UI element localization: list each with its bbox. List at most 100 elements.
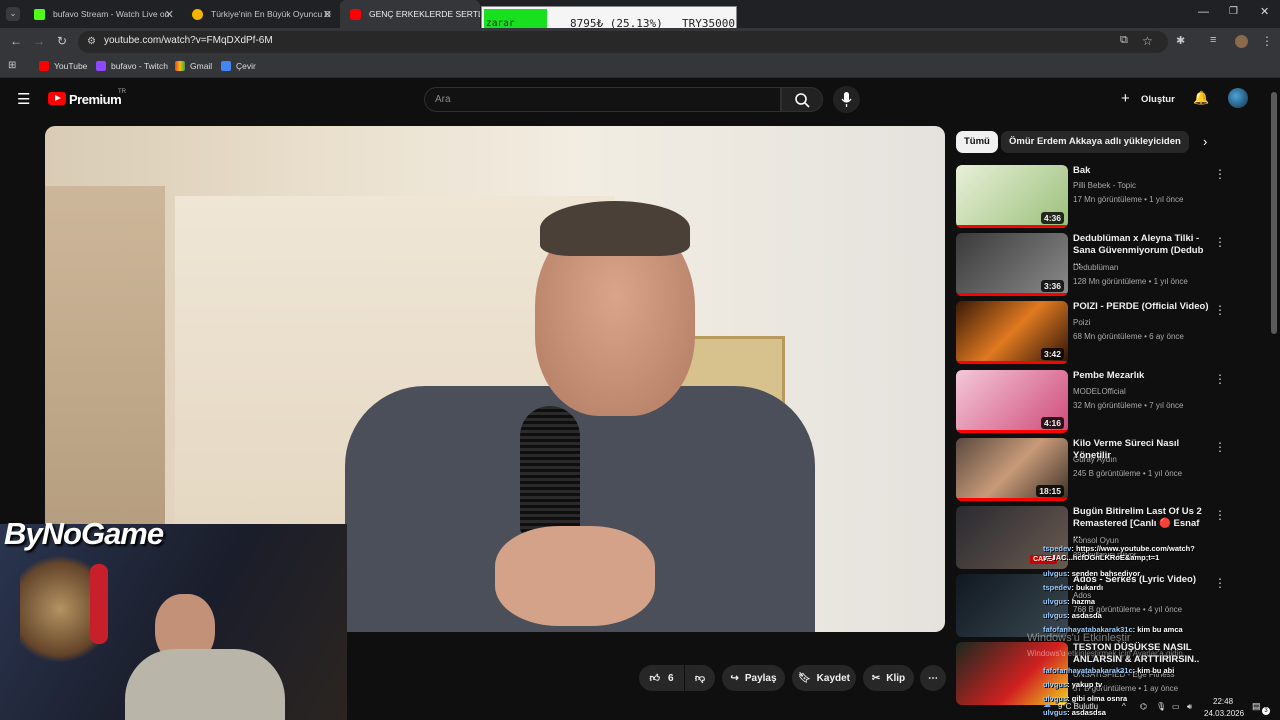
minimize-icon[interactable]: —: [1198, 6, 1209, 18]
bookmark-gmail[interactable]: Gmail: [175, 61, 212, 71]
chat-text: : hazma: [1067, 597, 1096, 606]
network-icon[interactable]: ⌬: [1140, 702, 1147, 711]
close-tab-icon[interactable]: ✕: [165, 8, 174, 21]
clip-label: Klip: [886, 672, 906, 684]
video-title[interactable]: Bak: [1073, 165, 1209, 177]
watch-progress-bar: [956, 225, 1068, 228]
recommendation-item[interactable]: 4:36 Bak Pilli Bebek - Topic 17 Mn görün…: [956, 165, 1226, 229]
bookmark-twitch[interactable]: bufavo - Twitch: [96, 61, 168, 71]
reading-list-icon[interactable]: ≡: [1210, 34, 1216, 46]
notifications-bell-icon[interactable]: 🔔: [1193, 90, 1209, 106]
tab-oyuncu[interactable]: Türkiye'nin En Büyük Oyuncu D ✕: [182, 0, 340, 28]
close-tab-icon[interactable]: ✕: [323, 8, 332, 21]
duration-badge: 3:42: [1040, 348, 1064, 360]
restore-icon[interactable]: ❐: [1229, 6, 1238, 17]
bookmark-star-icon[interactable]: ☆: [1142, 34, 1153, 48]
reload-icon[interactable]: ↻: [57, 34, 67, 48]
watch-progress-bar: [956, 361, 1068, 364]
more-options-icon[interactable]: ⋮: [1214, 440, 1226, 454]
more-options-icon[interactable]: ⋮: [1214, 372, 1226, 386]
video-thumbnail[interactable]: 18:15: [956, 438, 1068, 501]
volume-icon[interactable]: 🔊︎: [1187, 702, 1192, 712]
clock-date[interactable]: 24.03.2026: [1204, 709, 1244, 718]
video-title[interactable]: POIZI - PERDE (Official Video): [1073, 301, 1209, 313]
bookmark-youtube[interactable]: YouTube: [39, 61, 87, 71]
like-count: 6: [667, 672, 674, 684]
channel-name[interactable]: Poizi: [1073, 318, 1090, 327]
notifications-icon[interactable]: ▤: [1252, 701, 1261, 712]
clock-time[interactable]: 22:48: [1213, 697, 1233, 706]
recommendation-item[interactable]: 3:42 POIZI - PERDE (Official Video) Poiz…: [956, 301, 1226, 365]
channel-name[interactable]: Güray Aydın: [1073, 455, 1117, 464]
youtube-icon: [350, 8, 361, 20]
extensions-icon[interactable]: ✱: [1176, 34, 1185, 47]
youtube-logo-icon[interactable]: [48, 92, 66, 105]
tab-youtube-video[interactable]: GENÇ ERKEKLERDE SERTLEŞME: [340, 0, 480, 28]
share-button[interactable]: ↪ Paylaş: [722, 665, 785, 691]
chip-all[interactable]: Tümü: [956, 131, 998, 153]
more-options-icon[interactable]: ⋮: [1214, 576, 1226, 590]
clip-button[interactable]: ✂ Klip: [863, 665, 914, 691]
weather-icon[interactable]: ☁: [1043, 700, 1051, 709]
account-avatar[interactable]: [1228, 88, 1248, 108]
video-meta: 245 B görüntüleme • 1 yıl önce: [1073, 469, 1183, 478]
recommendation-item[interactable]: 18:15 Kilo Verme Süreci Nasıl Yönetilir …: [956, 438, 1226, 502]
recommendation-item[interactable]: 3:36 Dedublüman x Aleyna Tilki - Sana Gü…: [956, 233, 1226, 297]
tray-chevron-icon[interactable]: ^: [1122, 702, 1126, 711]
duration-badge: 4:36: [1040, 212, 1064, 224]
gmail-icon: [175, 61, 185, 71]
forward-icon[interactable]: →: [33, 34, 45, 48]
weather-text[interactable]: 9°C Bulutlu: [1058, 702, 1098, 711]
site-info-icon[interactable]: ⚙: [87, 36, 96, 47]
video-thumbnail[interactable]: 3:36: [956, 233, 1068, 296]
youtube-premium-logo[interactable]: Premium: [69, 92, 122, 107]
more-options-icon[interactable]: ⋮: [1214, 235, 1226, 249]
page-scrollbar[interactable]: [1271, 92, 1277, 334]
recommendation-item[interactable]: 4:16 Pembe Mezarlık MODELOfficial 32 Mn …: [956, 370, 1226, 434]
channel-logo: ByNoGame: [4, 516, 164, 551]
chrome-menu-icon[interactable]: ⋮: [1261, 34, 1273, 48]
battery-icon[interactable]: ▭: [1172, 702, 1180, 711]
channel-name[interactable]: Pilli Bebek - Topic: [1073, 181, 1136, 190]
thumbs-down-icon: 👎︎: [694, 673, 706, 684]
dislike-button[interactable]: 👎︎: [685, 665, 715, 691]
video-title[interactable]: Pembe Mezarlık: [1073, 370, 1209, 382]
microphone-tray-icon[interactable]: 🎙︎: [1156, 702, 1166, 711]
channel-name[interactable]: Dedublüman: [1073, 263, 1118, 272]
video-thumbnail[interactable]: 3:42: [956, 301, 1068, 364]
video-meta: 128 Mn görüntüleme • 1 yıl önce: [1073, 277, 1188, 286]
channel-name[interactable]: MODELOfficial: [1073, 387, 1126, 396]
more-options-icon[interactable]: ⋮: [1214, 167, 1226, 181]
duration-badge: 4:16: [1040, 417, 1064, 429]
profile-avatar[interactable]: [1235, 35, 1248, 48]
chevron-right-icon[interactable]: ›: [1203, 134, 1207, 149]
create-plus-icon[interactable]: +: [1121, 90, 1130, 107]
tab-bufavo-stream[interactable]: bufavo Stream - Watch Live on ✕: [24, 0, 182, 28]
hamburger-menu-icon[interactable]: ☰: [17, 90, 30, 108]
url-text[interactable]: youtube.com/watch?v=FMqDXdPf-6M: [104, 35, 273, 46]
bookmark-translate[interactable]: Çevir: [221, 61, 256, 71]
chip-uploader[interactable]: Ömür Erdem Akkaya adlı yükleyiciden: [1001, 131, 1189, 153]
voice-search-button[interactable]: [833, 86, 860, 113]
webcam-lamp: [20, 544, 100, 674]
search-button[interactable]: [781, 87, 823, 112]
tab-title: GENÇ ERKEKLERDE SERTLEŞME: [369, 9, 480, 19]
apps-grid-icon[interactable]: ⊞: [8, 60, 16, 71]
more-options-icon[interactable]: ⋮: [1214, 508, 1226, 522]
chat-message: tspedev: https://www.youtube.com/watch?: [1043, 544, 1195, 553]
video-thumbnail[interactable]: 4:16: [956, 370, 1068, 433]
more-options-icon[interactable]: ⋮: [1214, 303, 1226, 317]
more-actions-button[interactable]: ⋯: [920, 665, 946, 691]
save-button[interactable]: 🔖︎ Kaydet: [792, 665, 856, 691]
like-button[interactable]: 👍︎ 6: [639, 665, 684, 691]
chat-message: fafofanhayatabakarak31c: kim bu abi: [1043, 666, 1174, 675]
tab-search-icon[interactable]: ⌄: [6, 7, 20, 21]
webcam-microphone: [90, 564, 108, 644]
chat-message: ulvgus: hazma: [1043, 597, 1095, 606]
search-input[interactable]: Ara: [424, 87, 781, 112]
video-thumbnail[interactable]: 4:36: [956, 165, 1068, 228]
create-button[interactable]: Oluştur: [1141, 94, 1175, 105]
close-window-icon[interactable]: ✕: [1260, 5, 1269, 18]
install-app-icon[interactable]: ⧉: [1120, 34, 1128, 47]
back-icon[interactable]: ←: [10, 34, 22, 48]
